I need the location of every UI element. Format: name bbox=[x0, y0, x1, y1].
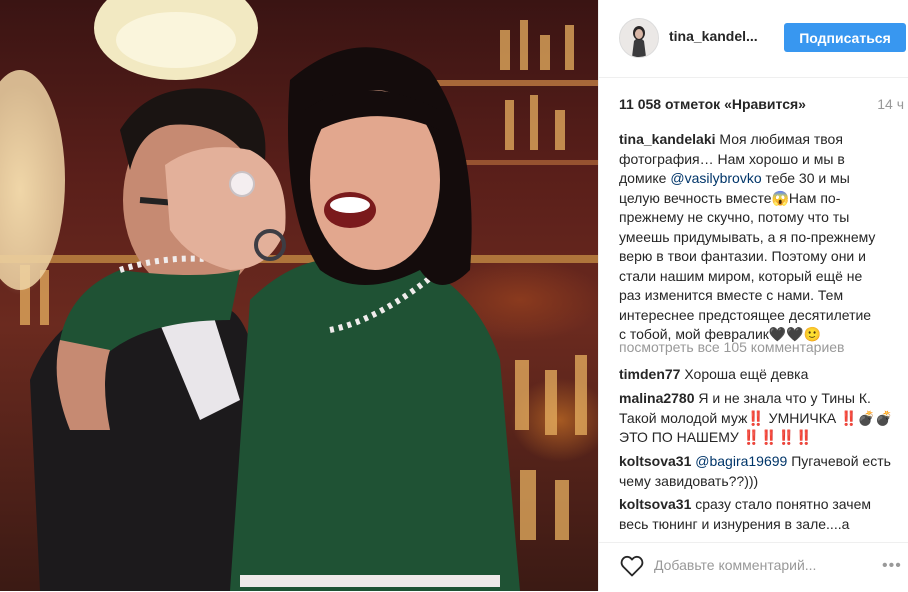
comment-author[interactable]: timden77 bbox=[619, 366, 680, 382]
caption-author[interactable]: tina_kandelaki bbox=[619, 131, 716, 147]
comment-item: koltsova31 сразу стало понятно зачем вес… bbox=[619, 495, 899, 534]
follow-button[interactable]: Подписаться bbox=[784, 23, 906, 52]
comment-text: Хороша ещё девка bbox=[680, 366, 809, 382]
comment-author[interactable]: koltsova31 bbox=[619, 496, 691, 512]
caption-mention[interactable]: @vasilybrovko bbox=[670, 170, 761, 186]
comment-item: malina2780 Я и не знала что у Тины К. Та… bbox=[619, 389, 899, 448]
comment-mention[interactable]: @bagira19699 bbox=[691, 453, 787, 469]
comment-item: koltsova31 @bagira19699 Пугачевой есть ч… bbox=[619, 452, 899, 491]
add-comment-input[interactable] bbox=[654, 555, 894, 575]
view-all-comments-link[interactable]: посмотреть все 105 комментариев bbox=[619, 339, 845, 355]
post-time[interactable]: 14 ч bbox=[877, 96, 904, 112]
post-photo[interactable] bbox=[0, 0, 598, 591]
comment-author[interactable]: malina2780 bbox=[619, 390, 695, 406]
avatar-image bbox=[620, 19, 658, 57]
add-comment-bar: ••• bbox=[599, 542, 908, 592]
like-heart-icon[interactable] bbox=[620, 555, 644, 582]
caption: tina_kandelaki Моя любимая твоя фотограф… bbox=[619, 130, 877, 345]
comment-item: timden77 Хороша ещё девка bbox=[619, 365, 899, 385]
comment-author[interactable]: koltsova31 bbox=[619, 453, 691, 469]
header-username[interactable]: tina_kandel... bbox=[669, 28, 758, 44]
post-header: tina_kandel... Подписаться bbox=[599, 0, 908, 78]
avatar[interactable] bbox=[619, 18, 659, 58]
more-options-icon[interactable]: ••• bbox=[882, 557, 902, 575]
caption-text-2: тебе 30 и мы целую вечность вместе😱Нам п… bbox=[619, 170, 876, 342]
photo-illustration bbox=[0, 0, 598, 591]
post-sidebar: tina_kandel... Подписаться 11 058 отмето… bbox=[598, 0, 908, 591]
likes-count[interactable]: 11 058 отметок «Нравится» bbox=[619, 96, 806, 112]
